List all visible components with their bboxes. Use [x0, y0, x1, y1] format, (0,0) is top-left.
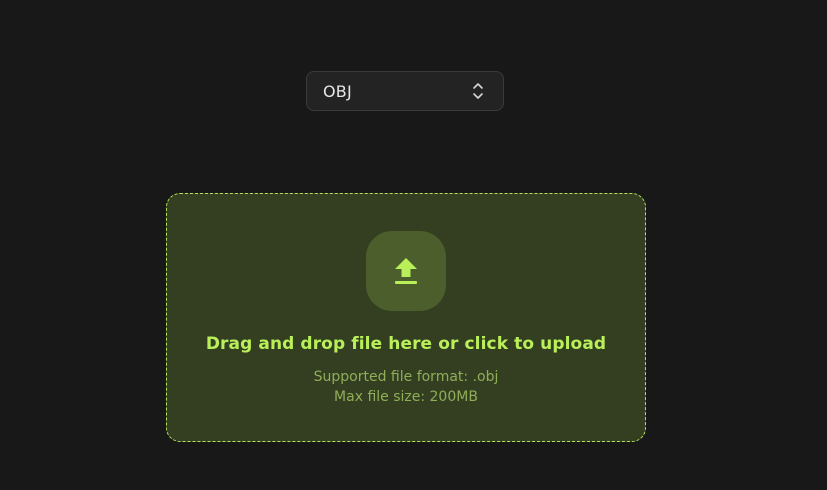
- max-file-size-text: Max file size: 200MB: [334, 389, 478, 405]
- dropzone-title: Drag and drop file here or click to uplo…: [205, 334, 607, 354]
- upload-icon: [395, 258, 417, 284]
- chevron-up-down-icon: [473, 83, 483, 99]
- supported-format-text: Supported file format: .obj: [313, 369, 499, 385]
- upload-badge: [366, 231, 446, 311]
- format-select[interactable]: OBJ: [306, 71, 504, 111]
- format-select-value: OBJ: [323, 81, 352, 101]
- page: OBJ Drag and drop file here or click to …: [0, 0, 827, 490]
- file-dropzone[interactable]: Drag and drop file here or click to uplo…: [166, 193, 646, 442]
